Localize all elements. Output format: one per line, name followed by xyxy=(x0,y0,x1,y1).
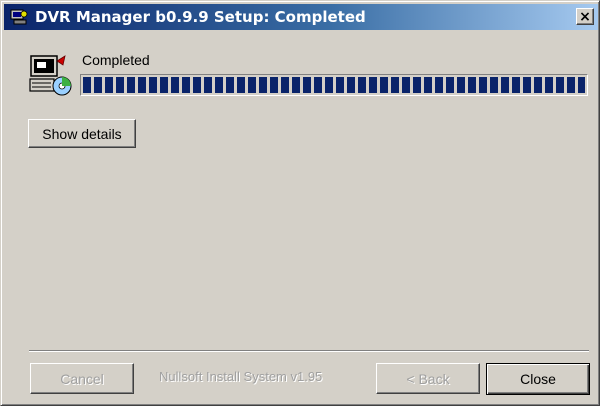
close-button[interactable]: Close xyxy=(486,363,590,395)
status-label: Completed xyxy=(82,52,150,68)
close-icon: × xyxy=(579,8,591,25)
cancel-label: Cancel xyxy=(60,370,104,387)
close-label: Close xyxy=(520,371,556,387)
install-progress-icon xyxy=(29,53,73,97)
progress-bar xyxy=(80,74,588,96)
nsis-branding: Nullsoft Install System v1.95 xyxy=(159,369,323,384)
title-bar[interactable]: DVR Manager b0.9.9 Setup: Completed × xyxy=(4,4,598,30)
back-label: < Back xyxy=(406,370,450,387)
show-details-label: Show details xyxy=(42,125,122,142)
installer-app-icon xyxy=(9,7,29,27)
show-details-button[interactable]: Show details xyxy=(28,119,136,148)
setup-window: DVR Manager b0.9.9 Setup: Completed × Co… xyxy=(0,0,600,406)
back-button[interactable]: < Back xyxy=(376,363,480,394)
close-window-button[interactable]: × xyxy=(576,8,594,25)
progress-fill xyxy=(83,77,585,93)
footer-divider xyxy=(29,350,589,352)
window-title: DVR Manager b0.9.9 Setup: Completed xyxy=(35,8,366,26)
cancel-button[interactable]: Cancel xyxy=(30,363,134,394)
